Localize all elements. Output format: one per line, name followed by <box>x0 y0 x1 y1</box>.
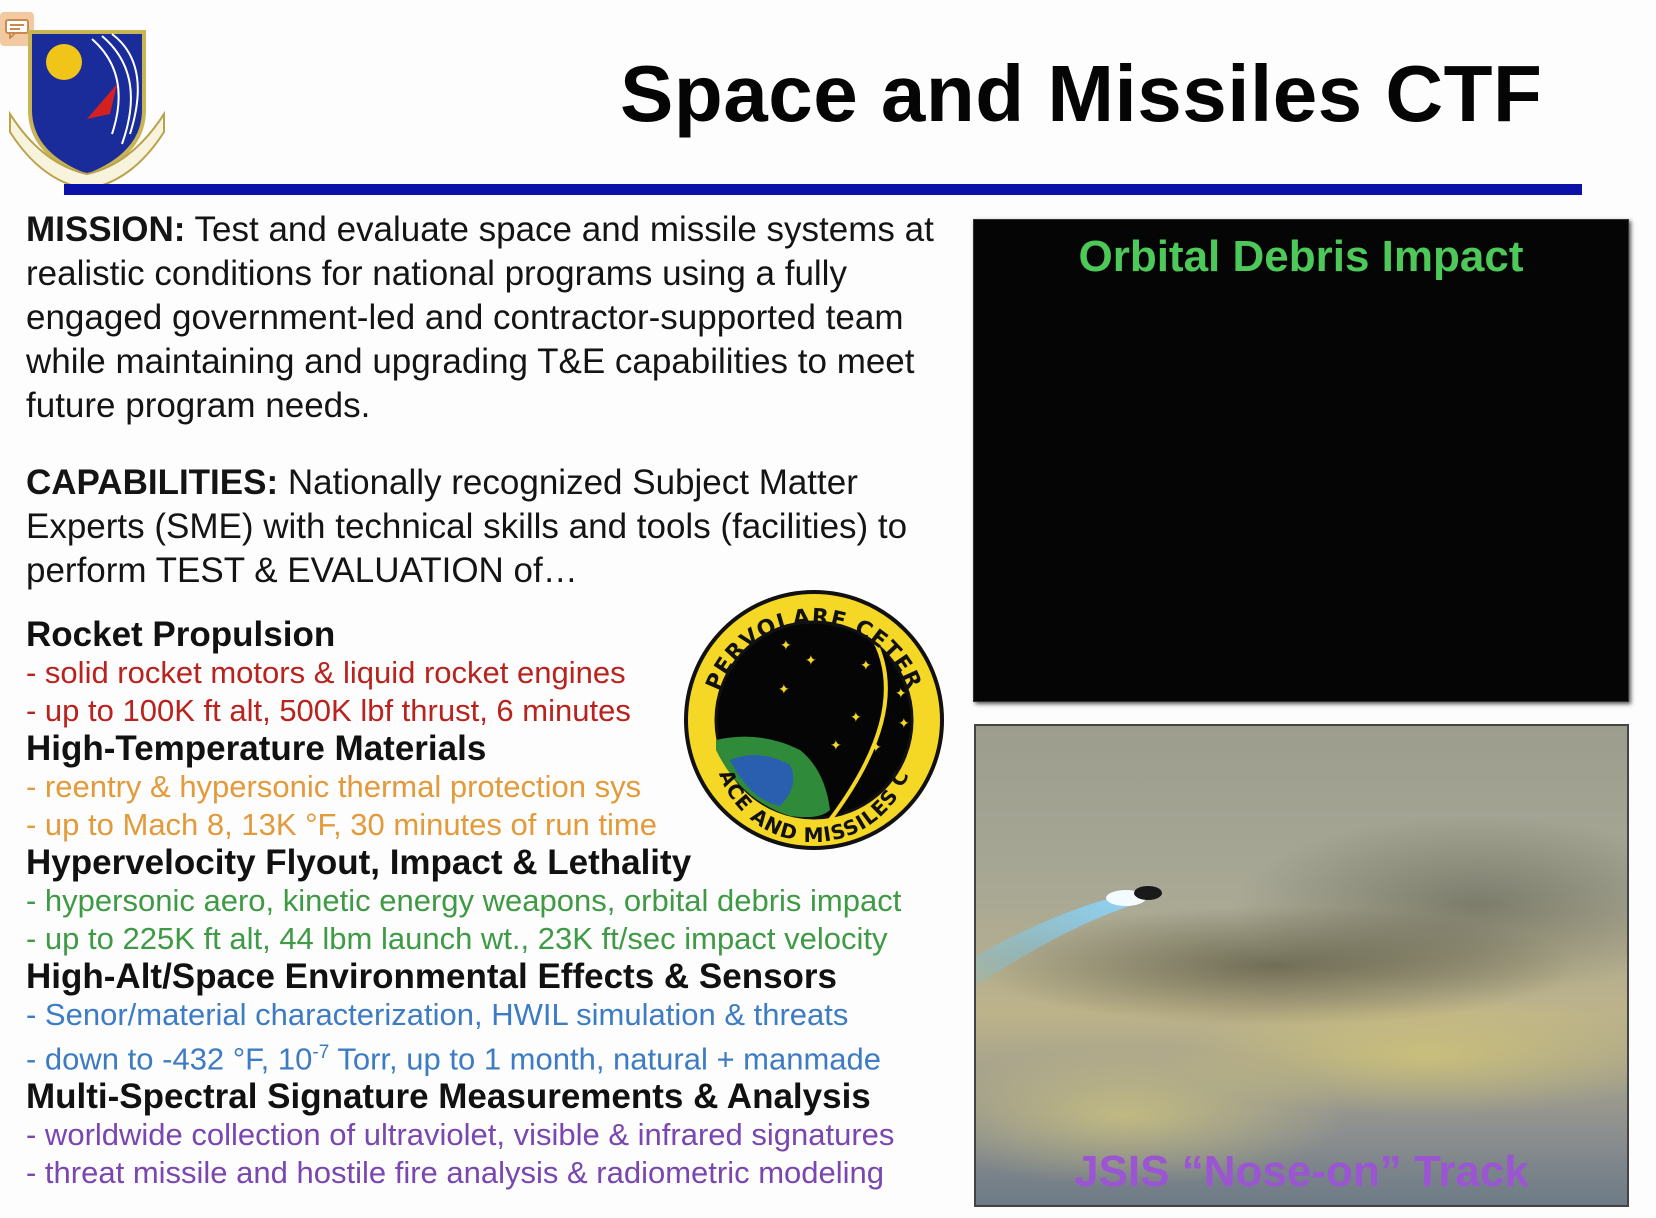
page-title: Space and Missiles CTF <box>620 49 1543 138</box>
nose-on-track-video[interactable]: JSIS “Nose-on” Track <box>974 724 1629 1207</box>
orbital-debris-video[interactable]: Orbital Debris Impact <box>973 219 1629 702</box>
capability-line: - up to 225K ft alt, 44 lbm launch wt., … <box>26 921 888 956</box>
capability-environmental-effects: High-Alt/Space Environmental Effects & S… <box>26 958 966 1078</box>
capability-line: - down to -432 °F, 10-7 Torr, up to 1 mo… <box>26 1034 966 1078</box>
missile-image <box>976 886 1162 986</box>
ctf-patch-emblem: ✦✦✦✦✦✦✦✦✦ SUPERVOLARE CETEROS SPACE AND … <box>670 551 948 872</box>
video-label: Orbital Debris Impact <box>1078 232 1524 281</box>
logo-text: AEDC <box>75 156 100 166</box>
capabilities-label: CAPABILITIES: <box>26 463 279 502</box>
capability-line: - hypersonic aero, kinetic energy weapon… <box>26 883 902 918</box>
capability-heading: Multi-Spectral Signature Measurements & … <box>26 1077 871 1117</box>
capability-line: - Senor/material characterization, HWIL … <box>26 997 849 1032</box>
mission-label: MISSION: <box>26 210 186 249</box>
video-label: JSIS “Nose-on” Track <box>1074 1147 1529 1196</box>
aedc-logo: AEDC <box>2 14 172 191</box>
capability-line-part: - down to -432 °F, 10 <box>26 1041 313 1077</box>
capability-signature-measurements: Multi-Spectral Signature Measurements & … <box>26 1078 966 1192</box>
mission-paragraph: MISSION: Test and evaluate space and mis… <box>26 208 956 428</box>
title-divider <box>64 184 1582 195</box>
exponent: -7 <box>312 1042 330 1063</box>
capability-line-part: Torr, up to 1 month, natural + manmade <box>329 1041 882 1077</box>
capability-line: - threat missile and hostile fire analys… <box>26 1155 885 1191</box>
capability-heading: High-Alt/Space Environmental Effects & S… <box>26 957 838 996</box>
capability-line: - worldwide collection of ultraviolet, v… <box>26 1117 895 1153</box>
